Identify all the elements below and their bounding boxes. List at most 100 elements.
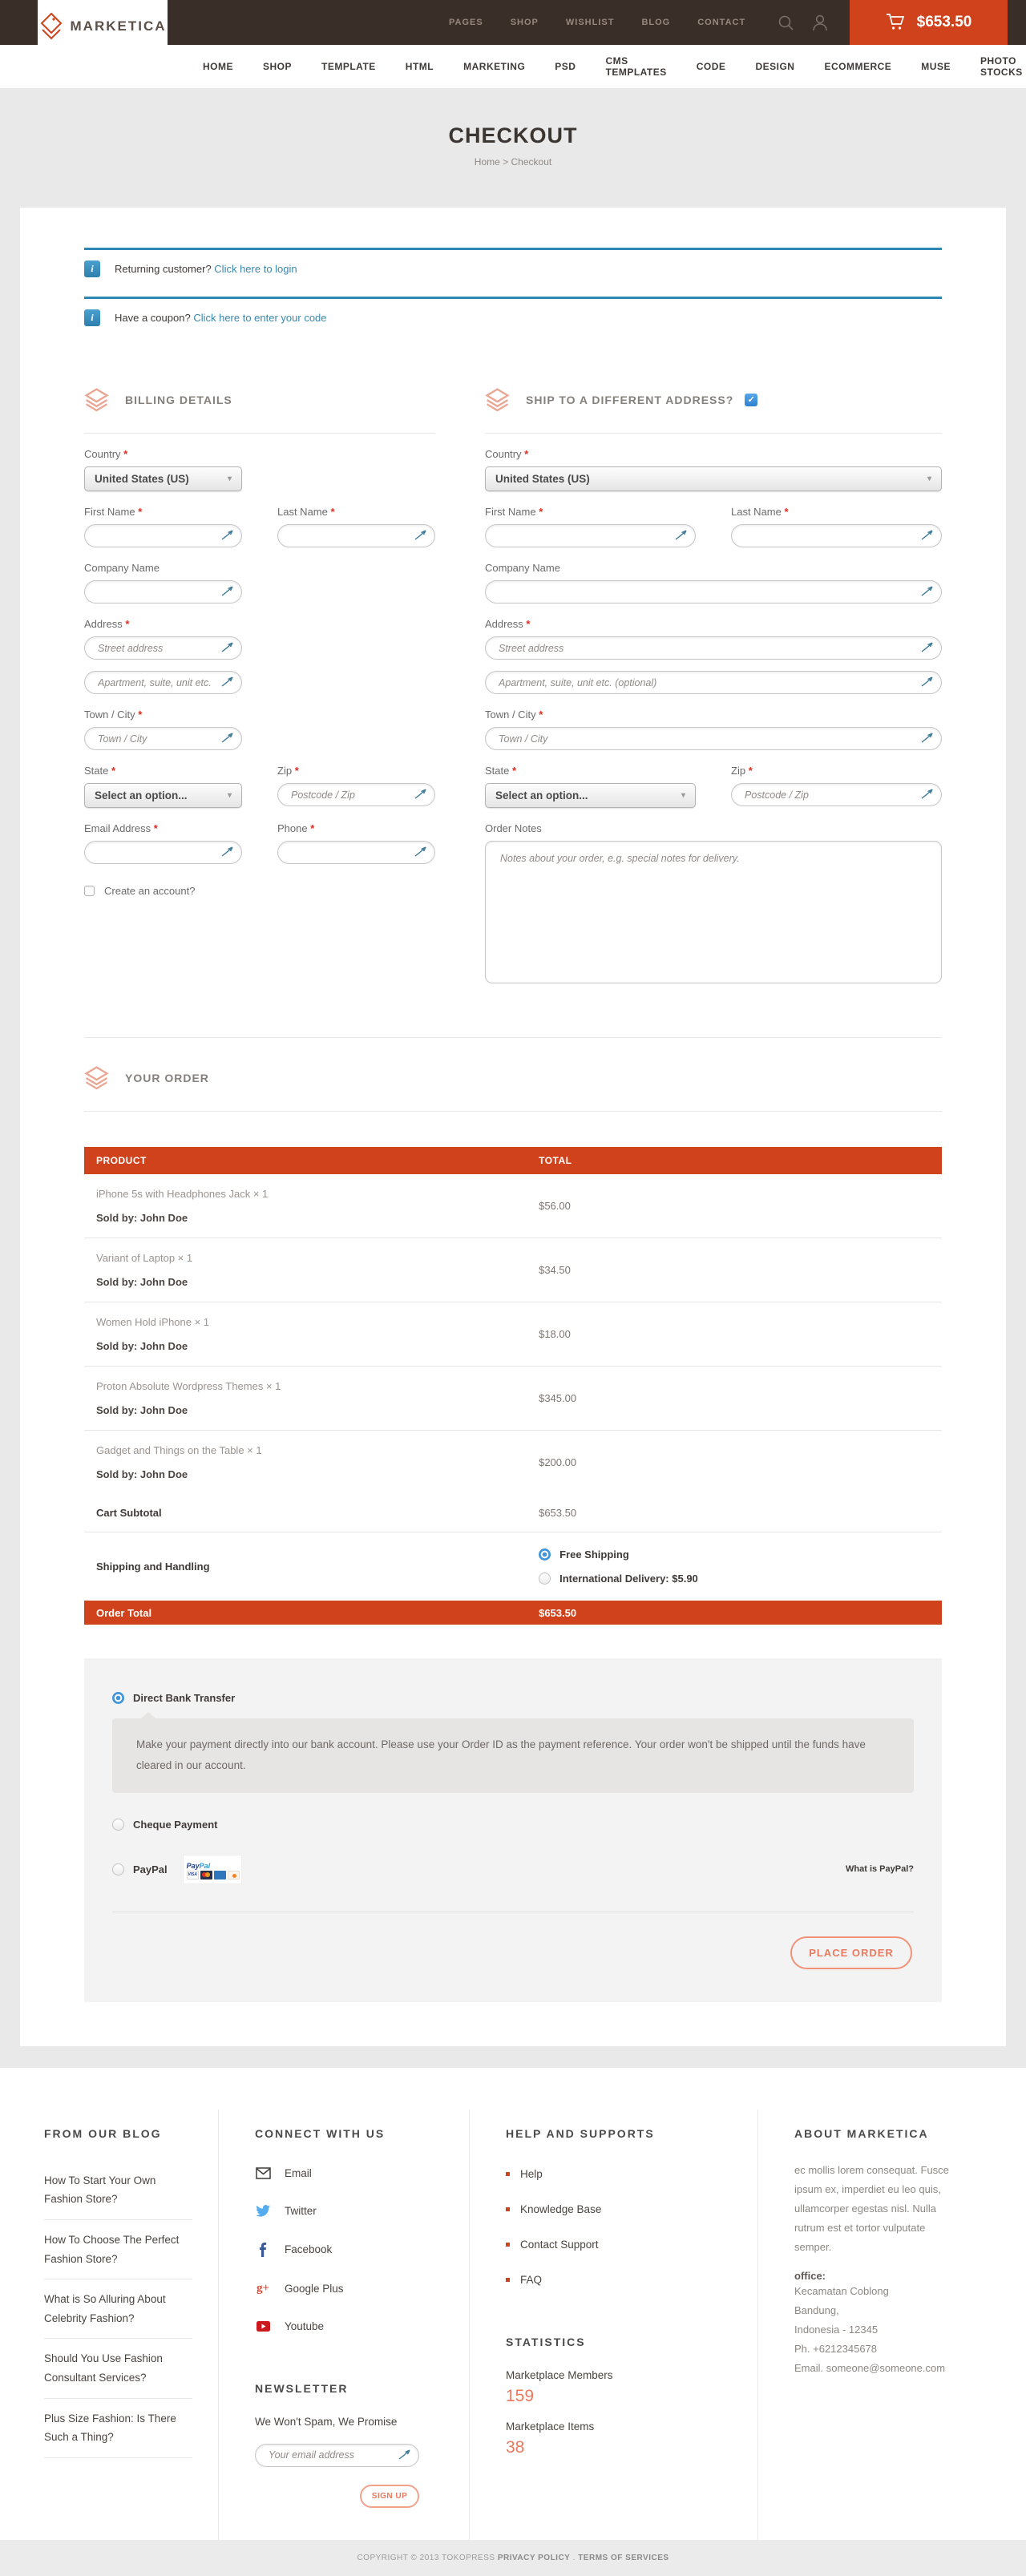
blog-post-link[interactable]: Should You Use Fashion Consultant Servic… (44, 2339, 192, 2398)
billing-apartment-input[interactable] (84, 671, 242, 694)
paypal-cards-image: PayPal VISA (183, 1855, 242, 1884)
shipping-country-select[interactable]: United States (US) ▾ (485, 466, 942, 491)
shipping-company-input[interactable] (485, 580, 942, 604)
nav2-psd[interactable]: PSD (555, 61, 576, 72)
billing-email-input[interactable] (84, 841, 242, 864)
cheque-payment-label: Cheque Payment (133, 1819, 217, 1831)
logo[interactable]: MARKETICA (38, 0, 168, 74)
billing-first-name-input[interactable] (84, 524, 242, 547)
email-label: Email Address (84, 822, 151, 834)
billing-last-name-input[interactable] (277, 524, 435, 547)
select-arrow-icon: ▾ (681, 791, 685, 800)
cheque-payment-radio[interactable] (112, 1819, 124, 1831)
faq-link[interactable]: FAQ (506, 2267, 733, 2302)
nav2-cms-templates[interactable]: CMS TEMPLATES (605, 55, 666, 78)
nav2-ecommerce[interactable]: ECOMMERCE (824, 61, 891, 72)
shipping-apartment-input[interactable] (485, 671, 942, 694)
billing-town-input[interactable] (84, 727, 242, 750)
nav-contact[interactable]: CONTACT (697, 18, 745, 27)
nav2-design[interactable]: DESIGN (755, 61, 794, 72)
billing-street-input[interactable] (84, 636, 242, 660)
shipping-last-name-input[interactable] (731, 524, 942, 547)
billing-country-select[interactable]: United States (US) ▾ (84, 466, 242, 491)
terms-link[interactable]: TERMS OF SERVICES (578, 2554, 669, 2562)
billing-zip-input[interactable] (277, 783, 435, 806)
cart-button[interactable]: $653.50 (850, 0, 1008, 45)
shipping-state-select[interactable]: Select an option... ▾ (485, 783, 696, 808)
nav2-shop[interactable]: SHOP (263, 61, 292, 72)
product-name: Variant of Laptop × 1 (96, 1252, 539, 1264)
edit-arrow-icon (221, 530, 233, 540)
breadcrumb-home[interactable]: Home (475, 156, 500, 168)
edit-arrow-icon (414, 530, 426, 540)
free-shipping-radio[interactable] (539, 1548, 551, 1561)
ship-different-checkbox[interactable]: ✓ (745, 394, 757, 406)
phone-label: Phone (277, 822, 308, 834)
billing-state-select[interactable]: Select an option... ▾ (84, 783, 242, 808)
search-icon[interactable] (778, 14, 794, 31)
contact-support-link[interactable]: Contact Support (506, 2231, 733, 2267)
facebook-link[interactable]: Facebook (255, 2236, 445, 2276)
last-name-label: Last Name (731, 506, 782, 518)
international-delivery-radio[interactable] (539, 1573, 551, 1585)
login-link[interactable]: Click here to login (214, 263, 297, 275)
nav-shop[interactable]: SHOP (511, 18, 539, 27)
blog-post-link[interactable]: What is So Alluring About Celebrity Fash… (44, 2279, 192, 2339)
product-vendor: Sold by: John Doe (96, 1276, 539, 1288)
nav2-template[interactable]: TEMPLATE (321, 61, 376, 72)
edit-arrow-icon (221, 642, 233, 652)
nav2-html[interactable]: HTML (406, 61, 434, 72)
help-link[interactable]: Help (506, 2161, 733, 2196)
edit-arrow-icon (921, 642, 933, 652)
product-name: Women Hold iPhone × 1 (96, 1316, 539, 1328)
billing-phone-input[interactable] (277, 841, 435, 864)
billing-company-input[interactable] (84, 580, 242, 604)
page-title: CHECKOUT (0, 123, 1026, 148)
twitter-link[interactable]: Twitter (255, 2198, 445, 2236)
email-link[interactable]: Email (255, 2161, 445, 2198)
google-plus-icon: g+ (255, 2283, 271, 2295)
shipping-zip-input[interactable] (731, 783, 942, 806)
square-bullet-icon (506, 2172, 510, 2176)
nav2-home[interactable]: HOME (203, 61, 233, 72)
shipping-town-input[interactable] (485, 727, 942, 750)
blog-post-link[interactable]: How To Start Your Own Fashion Store? (44, 2161, 192, 2220)
blog-post-link[interactable]: Plus Size Fashion: Is There Such a Thing… (44, 2399, 192, 2458)
place-order-button[interactable]: PLACE ORDER (790, 1936, 912, 1969)
knowledge-base-link[interactable]: Knowledge Base (506, 2196, 733, 2231)
help-heading: HELP AND SUPPORTS (506, 2127, 733, 2140)
shipping-street-input[interactable] (485, 636, 942, 660)
google-plus-link[interactable]: g+ Google Plus (255, 2276, 445, 2314)
product-total: $345.00 (539, 1392, 942, 1404)
newsletter-email-input[interactable] (255, 2444, 419, 2467)
what-is-paypal-link[interactable]: What is PayPal? (846, 1864, 914, 1874)
nav-blog[interactable]: BLOG (641, 18, 670, 27)
order-row: Gadget and Things on the Table × 1 Sold … (84, 1431, 942, 1494)
nav2-code[interactable]: CODE (697, 61, 726, 72)
breadcrumb-current: Checkout (511, 156, 552, 168)
product-total: $34.50 (539, 1264, 942, 1276)
state-label: State (84, 765, 108, 777)
zip-label: Zip (277, 765, 292, 777)
nav-wishlist[interactable]: WISHLIST (566, 18, 615, 27)
nav2-photo-stocks[interactable]: PHOTO STOCKS (980, 55, 1023, 78)
paypal-radio[interactable] (112, 1863, 124, 1875)
signup-button[interactable]: SIGN UP (360, 2485, 419, 2508)
account-icon[interactable] (812, 14, 828, 31)
login-notice: i Returning customer? Click here to logi… (84, 248, 942, 297)
nav2-marketing[interactable]: MARKETING (463, 61, 525, 72)
privacy-policy-link[interactable]: PRIVACY POLICY (498, 2554, 571, 2562)
state-label: State (485, 765, 509, 777)
bank-transfer-radio[interactable] (112, 1692, 124, 1704)
create-account-checkbox[interactable] (84, 886, 95, 896)
nav2-muse[interactable]: MUSE (921, 61, 951, 72)
blog-post-link[interactable]: How To Choose The Perfect Fashion Store? (44, 2220, 192, 2279)
cart-icon (886, 13, 907, 32)
shipping-first-name-input[interactable] (485, 524, 696, 547)
footer-about-column: ABOUT MARKETICA ec mollis lorem consequa… (757, 2110, 1026, 2540)
order-notes-textarea[interactable] (485, 841, 942, 983)
youtube-link[interactable]: Youtube (255, 2314, 445, 2352)
zip-label: Zip (731, 765, 745, 777)
nav-pages[interactable]: PAGES (449, 18, 483, 27)
coupon-link[interactable]: Click here to enter your code (193, 312, 326, 324)
